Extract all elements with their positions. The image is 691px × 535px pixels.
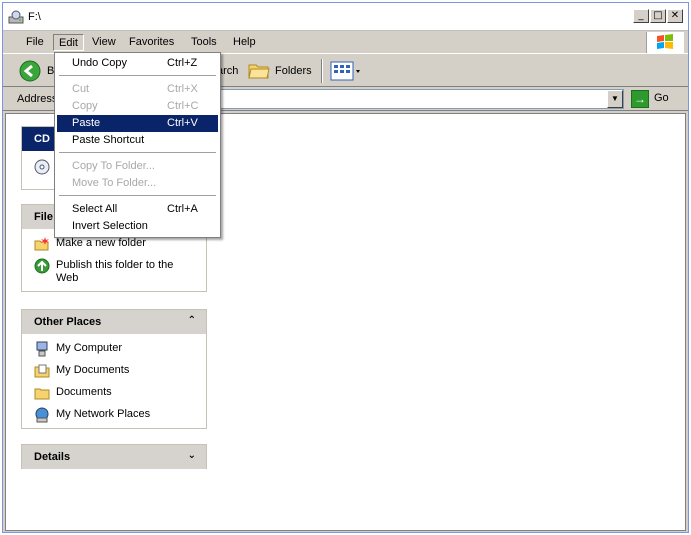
other-places-body: My Computer My Documents Documents My Ne… xyxy=(22,334,206,436)
menu-item-move-to-folder[interactable]: Move To Folder... xyxy=(57,175,218,192)
place-my-documents[interactable]: My Documents xyxy=(32,364,196,384)
menu-view[interactable]: View xyxy=(87,34,121,51)
menu-item-undo-copy[interactable]: Undo Copy Ctrl+Z xyxy=(57,55,218,72)
details-panel: Details ⌄ xyxy=(21,444,207,469)
file-tasks-body: Make a new folder Publish this folder to… xyxy=(22,229,206,293)
go-label: Go xyxy=(654,92,669,104)
other-places-header[interactable]: Other Places ⌃ xyxy=(22,310,206,334)
edit-menu-dropdown: Undo Copy Ctrl+Z Cut Ctrl+X Copy Ctrl+C … xyxy=(54,52,221,238)
paste-shortcut: Ctrl+V xyxy=(167,117,198,129)
undo-copy-label: Undo Copy xyxy=(72,57,128,69)
window-title: F:\ xyxy=(28,11,41,23)
windows-logo xyxy=(646,32,684,53)
menu-file[interactable]: File xyxy=(21,34,49,51)
place-my-network-places[interactable]: My Network Places xyxy=(32,407,196,428)
collapse-chevron-icon[interactable]: ⌃ xyxy=(188,315,196,326)
place-my-network-places-label: My Network Places xyxy=(56,408,151,420)
close-button[interactable]: ✕ xyxy=(667,9,683,23)
menu-separator xyxy=(59,152,216,154)
other-places-title: Other Places xyxy=(34,316,102,328)
place-my-documents-label: My Documents xyxy=(56,364,130,376)
undo-copy-shortcut: Ctrl+Z xyxy=(167,57,198,69)
folders-icon[interactable] xyxy=(248,60,270,80)
menu-separator xyxy=(59,195,216,197)
toolbar-separator xyxy=(321,59,323,83)
drive-icon xyxy=(8,10,24,24)
maximize-button[interactable]: □ xyxy=(650,9,666,23)
minimize-button[interactable]: _ xyxy=(633,9,649,23)
task-make-new-folder-label: Make a new folder xyxy=(56,237,146,249)
place-my-computer[interactable]: My Computer xyxy=(32,341,196,362)
go-arrow-icon: → xyxy=(631,90,649,108)
paste-label: Paste xyxy=(72,117,101,129)
windows-flag-icon xyxy=(657,34,673,49)
address-label: Address xyxy=(17,93,58,105)
go-button[interactable]: → Go xyxy=(631,89,683,109)
task-make-new-folder[interactable]: Make a new folder xyxy=(32,237,196,257)
cut-shortcut: Ctrl+X xyxy=(167,83,198,95)
details-title: Details xyxy=(34,451,71,463)
cut-label: Cut xyxy=(72,83,90,95)
details-header[interactable]: Details ⌄ xyxy=(22,445,206,469)
menu-tools[interactable]: Tools xyxy=(186,34,222,51)
paste-shortcut-label: Paste Shortcut xyxy=(72,134,145,146)
my-documents-icon xyxy=(34,364,50,378)
menu-item-copy-to-folder[interactable]: Copy To Folder... xyxy=(57,158,218,175)
title-bar: F:\ _ □ ✕ xyxy=(3,3,688,31)
cd-icon[interactable] xyxy=(34,159,50,175)
expand-chevron-icon[interactable]: ⌄ xyxy=(188,450,196,461)
folders-label[interactable]: Folders xyxy=(275,65,312,77)
other-places-panel: Other Places ⌃ My Computer My Documents … xyxy=(21,309,207,429)
place-documents-label: Documents xyxy=(56,386,112,398)
my-computer-icon xyxy=(36,341,48,357)
copy-shortcut: Ctrl+C xyxy=(167,100,199,112)
copy-to-folder-label: Copy To Folder... xyxy=(72,160,155,172)
move-to-folder-label: Move To Folder... xyxy=(72,177,157,189)
place-my-computer-label: My Computer xyxy=(56,342,123,354)
back-arrow-icon[interactable] xyxy=(19,60,41,82)
new-folder-icon xyxy=(34,237,49,251)
task-publish-folder-label: Publish this folder to the Web xyxy=(56,259,174,284)
copy-label: Copy xyxy=(72,100,98,112)
menu-edit[interactable]: Edit xyxy=(53,34,84,51)
menu-item-paste-shortcut[interactable]: Paste Shortcut xyxy=(57,132,218,149)
menu-item-paste[interactable]: Paste Ctrl+V xyxy=(57,115,218,132)
task-publish-folder[interactable]: Publish this folder to the Web xyxy=(32,258,196,285)
publish-web-icon xyxy=(34,258,50,274)
menu-item-copy[interactable]: Copy Ctrl+C xyxy=(57,98,218,115)
menu-separator xyxy=(59,75,216,77)
menu-item-cut[interactable]: Cut Ctrl+X xyxy=(57,81,218,98)
menu-bar: File Edit View Favorites Tools Help xyxy=(3,31,688,54)
folder-icon xyxy=(34,388,50,400)
invert-selection-label: Invert Selection xyxy=(72,220,148,232)
menu-item-invert-selection[interactable]: Invert Selection xyxy=(57,218,218,235)
network-places-icon xyxy=(35,407,49,423)
place-documents[interactable]: Documents xyxy=(32,386,196,406)
menu-help[interactable]: Help xyxy=(228,34,261,51)
views-icon[interactable] xyxy=(329,60,363,82)
address-dropdown-button[interactable]: ▼ xyxy=(607,90,623,108)
select-all-shortcut: Ctrl+A xyxy=(167,203,198,215)
explorer-window: F:\ _ □ ✕ File Edit View Favorites Tools… xyxy=(2,2,689,533)
select-all-label: Select All xyxy=(72,203,118,215)
menu-item-select-all[interactable]: Select All Ctrl+A xyxy=(57,201,218,218)
menu-favorites[interactable]: Favorites xyxy=(124,34,179,51)
